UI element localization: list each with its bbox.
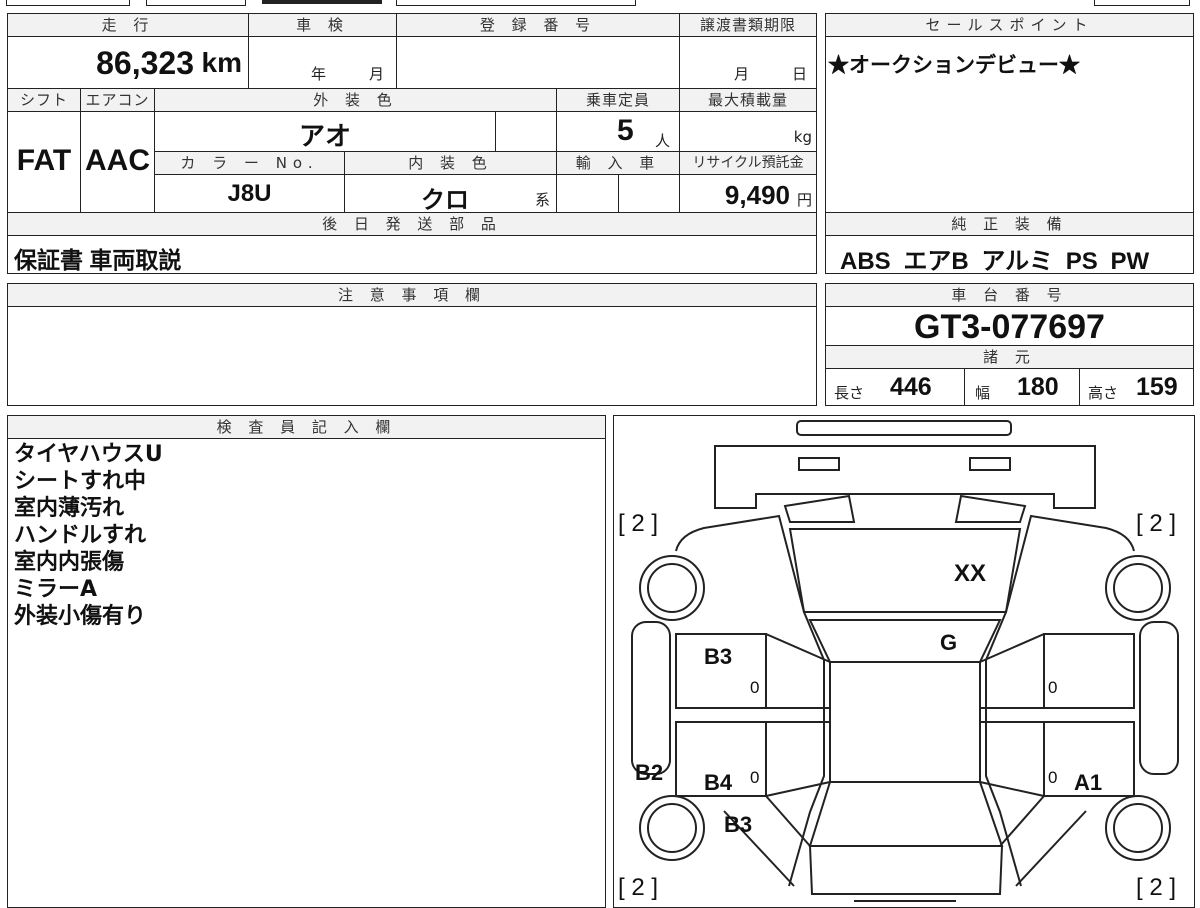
shift-cell: FAT — [7, 111, 81, 213]
color-no-header: カ ラ ー No. — [154, 151, 345, 175]
import-cell-b — [618, 174, 680, 213]
interior-color-header: 内 装 色 — [344, 151, 557, 175]
inspector-notes: タイヤハウスU シートすれ中 室内薄汚れ ハンドルすれ 室内内張傷 ミラーA 外… — [7, 438, 606, 908]
recycle-unit: 円 — [796, 191, 812, 209]
chassis-header: 車 台 番 号 — [825, 283, 1194, 307]
tire-grade-rear-left: [ 2 ] — [618, 874, 659, 901]
shaken-month-unit: 月 — [369, 65, 385, 83]
caution-header: 注 意 事 項 欄 — [7, 283, 817, 307]
inspector-header: 検 査 員 記 入 欄 — [7, 415, 606, 439]
inspector-note: タイヤハウスU — [14, 442, 163, 467]
inspector-note: 外装小傷有り — [14, 604, 147, 629]
damage-mark-windshield: G — [940, 630, 958, 655]
capacity-unit: 人 — [655, 132, 671, 150]
aircon-header: エアコン — [80, 88, 155, 112]
specs-length-value: 446 — [890, 373, 932, 401]
tire-grade-front-left: [ 2 ] — [618, 510, 659, 537]
capacity-header: 乗車定員 — [556, 88, 680, 112]
max-load-unit: kg — [793, 128, 812, 146]
interior-color-cell: クロ 系 — [344, 174, 557, 214]
exterior-color-extra-cell — [495, 111, 557, 152]
inspector-note: 室内薄汚れ — [14, 496, 125, 521]
registration-header: 登 録 番 号 — [396, 13, 680, 37]
import-header: 輸 入 車 — [556, 151, 680, 175]
door-zero-right-front: 0 — [1048, 678, 1058, 697]
specs-width-cell: 幅 180 — [964, 368, 1080, 406]
max-load-cell: kg — [679, 111, 817, 152]
transfer-header: 譲渡書類期限 — [679, 13, 817, 37]
chassis-value: GT3-077697 — [914, 308, 1105, 346]
mileage-cell: 86,323 km — [7, 36, 249, 89]
door-zero-right-rear: 0 — [1048, 768, 1058, 787]
inspector-note: 室内内張傷 — [14, 550, 125, 575]
exterior-color-value: アオ — [298, 121, 351, 151]
aircon-value: AAC — [85, 144, 150, 177]
specs-length-cell: 長さ 446 — [825, 368, 965, 406]
transfer-month-unit: 月 — [734, 65, 750, 83]
damage-mark-left-panel: B2 — [635, 760, 664, 785]
damage-mark-left-rear-door: B4 — [704, 770, 733, 795]
damage-mark-hood: XX — [954, 560, 987, 587]
specs-header: 諸 元 — [825, 345, 1194, 369]
mileage-value: 86,323 — [96, 45, 194, 81]
max-load-header: 最大積載量 — [679, 88, 817, 112]
shift-header: シフト — [7, 88, 81, 112]
mileage-unit: km — [201, 47, 242, 78]
interior-color-suffix: 系 — [534, 191, 550, 209]
specs-width-label: 幅 — [975, 384, 991, 402]
registration-cell — [396, 36, 680, 89]
capacity-value: 5 — [617, 114, 634, 147]
top-strip — [0, 0, 1200, 8]
later-parts-header: 後 日 発 送 部 品 — [7, 212, 817, 236]
inspector-note: ミラーA — [14, 577, 98, 602]
transfer-cell: 月 日 — [679, 36, 817, 89]
recycle-header: リサイクル預託金 — [679, 151, 817, 175]
exterior-color-header: 外 装 色 — [154, 88, 557, 112]
transfer-day-unit: 日 — [792, 65, 808, 83]
capacity-cell: 5 人 — [556, 111, 680, 152]
caution-cell — [7, 306, 817, 406]
car-diagram-drawing — [631, 420, 1179, 902]
recycle-value: 9,490 — [724, 180, 790, 210]
aircon-cell: AAC — [80, 111, 155, 213]
shaken-header: 車 検 — [248, 13, 397, 37]
sales-point-value: ★オークションデビュー★ — [828, 54, 1080, 77]
import-cell-a — [556, 174, 619, 213]
color-no-value: J8U — [227, 180, 272, 207]
inspector-note: シートすれ中 — [14, 469, 147, 494]
exterior-color-cell: アオ — [154, 111, 496, 152]
tire-grade-front-right: [ 2 ] — [1136, 510, 1177, 537]
door-zero-left-rear: 0 — [750, 768, 760, 787]
specs-height-value: 159 — [1136, 373, 1178, 401]
later-parts-cell: 保証書 車両取説 — [7, 235, 817, 274]
specs-length-label: 長さ — [834, 384, 865, 402]
inspector-note: ハンドルすれ — [14, 523, 147, 548]
interior-color-value: クロ — [421, 187, 469, 214]
equipment-value: ABS エアB アルミ PS PW — [840, 248, 1150, 275]
tire-grade-rear-right: [ 2 ] — [1136, 874, 1177, 901]
specs-height-label: 高さ — [1088, 384, 1119, 402]
equipment-header: 純 正 装 備 — [825, 212, 1194, 236]
door-zero-left-front: 0 — [750, 678, 760, 697]
equipment-cell: ABS エアB アルミ PS PW — [825, 235, 1194, 275]
mileage-header: 走 行 — [7, 13, 249, 37]
car-diagram: [ 2 ] [ 2 ] [ 2 ] [ 2 ] XX G B3 B4 B3 B2… — [613, 415, 1195, 908]
shaken-year-unit: 年 — [311, 65, 327, 83]
later-parts-value: 保証書 車両取説 — [14, 247, 182, 273]
color-no-cell: J8U — [154, 174, 345, 213]
damage-mark-right-rear-door: A1 — [1074, 770, 1103, 795]
specs-height-cell: 高さ 159 — [1079, 368, 1194, 406]
shaken-cell: 年 月 — [248, 36, 397, 89]
shift-value: FAT — [16, 144, 72, 177]
damage-mark-left-rear-fender: B3 — [724, 812, 753, 837]
chassis-cell: GT3-077697 — [825, 306, 1194, 346]
sales-point-cell: ★オークションデビュー★ — [825, 36, 1194, 213]
sales-point-header: セールスポイント — [825, 13, 1194, 37]
recycle-cell: 9,490 円 — [679, 174, 817, 213]
specs-width-value: 180 — [1017, 373, 1059, 401]
damage-mark-left-front-door: B3 — [704, 644, 733, 669]
